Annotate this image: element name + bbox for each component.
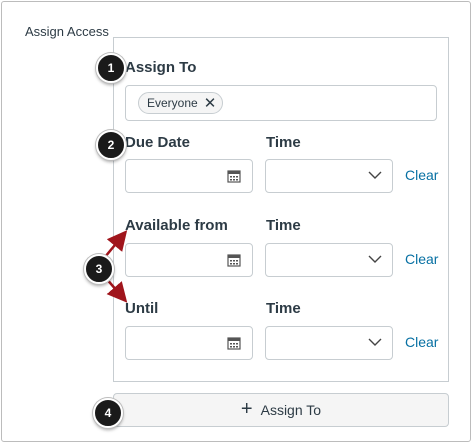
callout-3: 3 [84,254,114,284]
arrow-to-available-from [104,230,128,258]
callout-4: 4 [93,398,123,428]
callout-arrows [104,230,128,303]
callout-2: 2 [96,130,126,160]
callout-1: 1 [96,53,126,83]
